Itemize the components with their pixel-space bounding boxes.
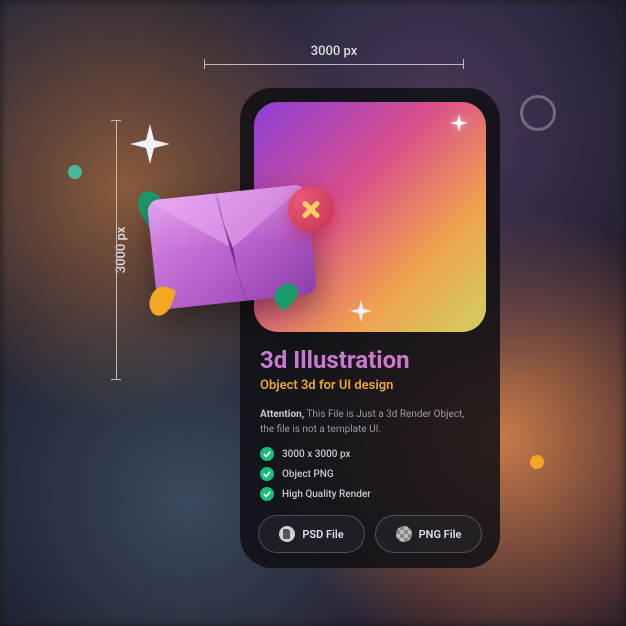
feature-item: Object PNG xyxy=(260,467,486,481)
dimension-horizontal: 3000 px xyxy=(204,64,464,65)
decor-dot-teal xyxy=(68,165,82,179)
png-button-label: PNG File xyxy=(419,528,462,541)
broken-envelope-illustration xyxy=(132,162,332,322)
attention-label: Attention, xyxy=(260,409,304,420)
button-row: PSD File PNG File xyxy=(254,515,486,553)
psd-button-label: PSD File xyxy=(302,528,343,541)
file-icon xyxy=(279,526,295,542)
dimension-width-label: 3000 px xyxy=(311,44,358,59)
sparkle-icon xyxy=(450,114,468,136)
product-card: 3d Illustration Object 3d for UI design … xyxy=(240,88,500,568)
sparkle-icon xyxy=(350,300,372,326)
feature-text: 3000 x 3000 px xyxy=(282,449,351,460)
check-icon xyxy=(260,447,274,461)
feature-item: 3000 x 3000 px xyxy=(260,447,486,461)
feature-list: 3000 x 3000 px Object PNG High Quality R… xyxy=(260,447,486,501)
transparency-icon xyxy=(396,526,412,542)
decor-circle-outline xyxy=(520,95,556,131)
psd-file-button[interactable]: PSD File xyxy=(258,515,365,553)
splash-orange xyxy=(146,283,177,319)
feature-text: High Quality Render xyxy=(282,489,371,500)
decor-dot-orange xyxy=(530,455,544,469)
card-subtitle: Object 3d for UI design xyxy=(260,378,486,393)
check-icon xyxy=(260,487,274,501)
feature-text: Object PNG xyxy=(282,469,334,480)
card-title: 3d Illustration xyxy=(260,346,486,374)
sparkle-icon xyxy=(130,124,170,168)
png-file-button[interactable]: PNG File xyxy=(375,515,482,553)
check-icon xyxy=(260,467,274,481)
attention-text: Attention, This File is Just a 3d Render… xyxy=(260,407,480,437)
dimension-vertical: 3000 px xyxy=(116,120,117,380)
feature-item: High Quality Render xyxy=(260,487,486,501)
error-x-icon xyxy=(288,186,334,232)
